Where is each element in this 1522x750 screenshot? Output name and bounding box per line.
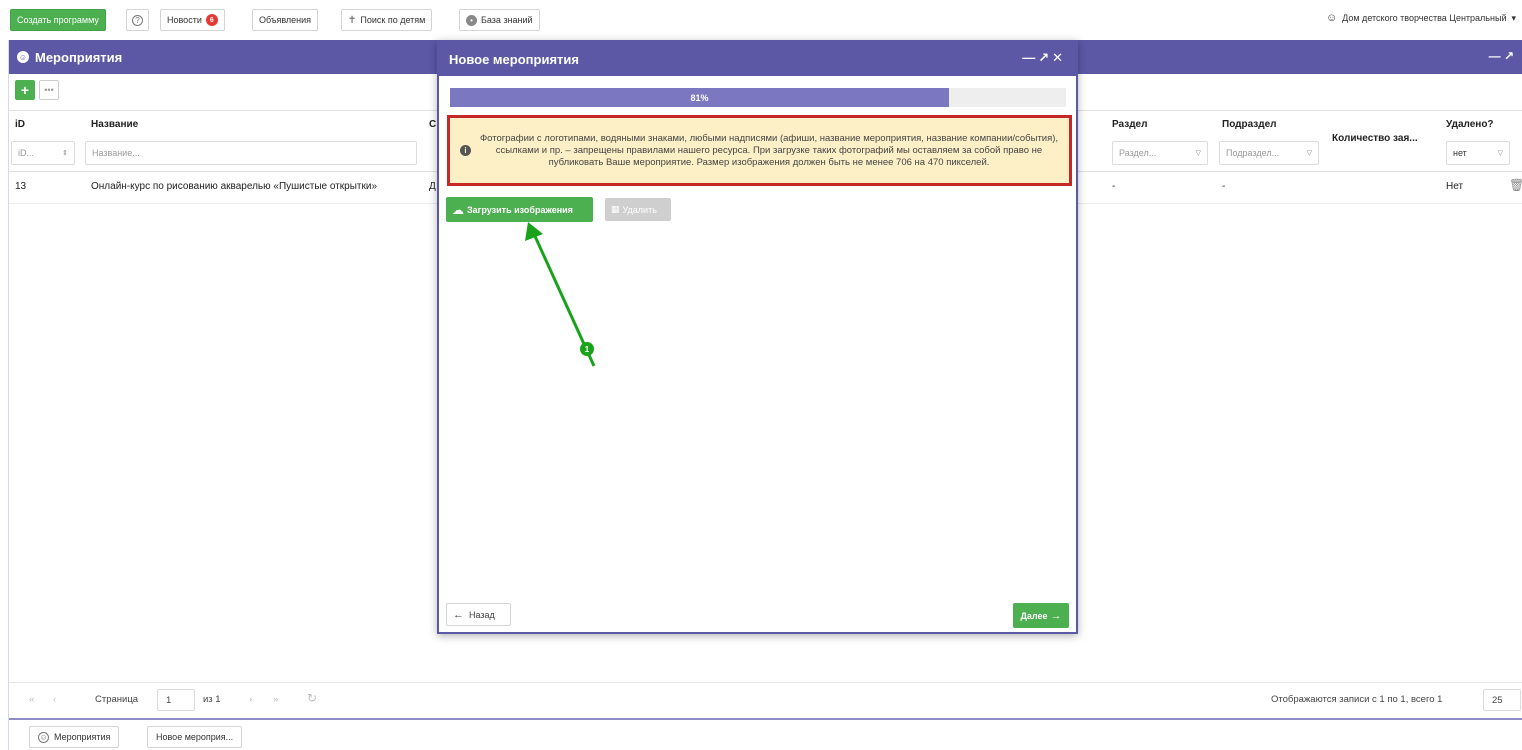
column-subsection[interactable]: Подраздел bbox=[1222, 119, 1277, 130]
back-label: Назад bbox=[469, 609, 495, 620]
upload-images-label: Загрузить изображения bbox=[467, 204, 573, 215]
task-events-label: Мероприятия bbox=[54, 732, 111, 742]
subsection-filter[interactable]: Подраздел... ▽ bbox=[1219, 141, 1319, 165]
delete-label: Удалить bbox=[622, 204, 657, 215]
delete-button[interactable]: ▦ Удалить bbox=[605, 198, 671, 221]
column-deleted[interactable]: Удалено? bbox=[1446, 119, 1494, 130]
create-program-button[interactable]: Создать программу bbox=[10, 9, 106, 31]
trash-icon[interactable]: 🗑 bbox=[1509, 178, 1522, 192]
modal-window-controls[interactable]: —↗✕ bbox=[1022, 50, 1066, 66]
knowledge-base-icon: • bbox=[466, 14, 477, 26]
page-label: Страница bbox=[95, 694, 139, 705]
trash-icon: ▦ bbox=[611, 204, 620, 214]
last-page-icon[interactable]: » bbox=[273, 694, 278, 705]
events-icon: ☺ bbox=[38, 731, 49, 743]
id-filter[interactable]: iD... ⇕ bbox=[11, 141, 75, 165]
news-count-badge: 6 bbox=[205, 14, 218, 26]
child-icon: ✝ bbox=[348, 14, 357, 26]
panel-window-controls[interactable]: — ↗ bbox=[1489, 49, 1514, 63]
image-warning-alert: i Фотографии с логотипами, водяными знак… bbox=[447, 115, 1072, 186]
pagination-bar: « ‹ Страница 1 из 1 › » ↻ Отображаются з… bbox=[9, 682, 1522, 714]
task-new-event[interactable]: Новое мероприя... bbox=[147, 726, 243, 748]
progress-fill: 81% bbox=[450, 88, 949, 107]
user-icon: ☺ bbox=[1325, 12, 1338, 24]
column-id[interactable]: iD bbox=[15, 119, 25, 130]
create-program-label: Создать программу bbox=[17, 15, 99, 25]
refresh-icon[interactable]: ↻ bbox=[307, 691, 317, 705]
arrow-right-icon: → bbox=[1050, 609, 1062, 622]
section-filter[interactable]: Раздел... ▽ bbox=[1112, 141, 1208, 165]
column-partial[interactable]: С bbox=[429, 119, 436, 130]
page-input[interactable]: 1 bbox=[157, 689, 195, 711]
news-button[interactable]: Новости 6 bbox=[160, 9, 225, 31]
back-button[interactable]: ← Назад bbox=[446, 603, 511, 626]
next-button[interactable]: Далее → bbox=[1013, 603, 1069, 628]
chevron-down-icon: ▽ bbox=[1497, 150, 1503, 157]
task-new-event-label: Новое мероприя... bbox=[156, 732, 234, 742]
chevron-down-icon: ▽ bbox=[1306, 150, 1312, 157]
announcements-label: Объявления bbox=[259, 15, 312, 25]
cloud-upload-icon: ☁ bbox=[452, 202, 464, 217]
chevron-down-icon: ▾ bbox=[1511, 12, 1516, 23]
first-page-icon[interactable]: « bbox=[29, 694, 34, 705]
knowledge-base-button[interactable]: • База знаний bbox=[459, 9, 540, 31]
id-filter-placeholder: iD... bbox=[18, 148, 35, 158]
name-filter[interactable]: Название... bbox=[85, 141, 417, 165]
announcements-button[interactable]: Объявления bbox=[252, 9, 319, 31]
grid-toolbar: + ••• bbox=[15, 80, 59, 100]
progress-bar: 81% bbox=[450, 88, 1066, 107]
page-size-select[interactable]: 25 bbox=[1483, 689, 1521, 711]
page-count: из 1 bbox=[203, 694, 221, 705]
page-size-value: 25 bbox=[1492, 694, 1503, 706]
help-button[interactable]: ? bbox=[126, 9, 149, 31]
row-deleted: Нет bbox=[1446, 181, 1464, 192]
info-icon: i bbox=[460, 145, 471, 156]
events-panel-title: Мероприятия bbox=[35, 49, 123, 65]
task-events[interactable]: ☺ Мероприятия bbox=[29, 726, 120, 748]
more-button[interactable]: ••• bbox=[39, 80, 59, 100]
next-page-icon[interactable]: › bbox=[249, 694, 252, 705]
organization-selector[interactable]: ☺ Дом детского творчества Центральный ▾ bbox=[1326, 12, 1516, 24]
add-button[interactable]: + bbox=[15, 80, 35, 100]
deleted-filter-value: нет bbox=[1453, 148, 1467, 158]
child-search-label: Поиск по детям bbox=[360, 15, 426, 25]
chevron-down-icon: ▽ bbox=[1195, 150, 1201, 157]
spinner-icon[interactable]: ⇕ bbox=[62, 149, 68, 157]
column-name[interactable]: Название bbox=[91, 119, 138, 130]
arrow-left-icon: ← bbox=[453, 608, 464, 621]
row-id: 13 bbox=[15, 181, 27, 192]
upload-images-button[interactable]: ☁ Загрузить изображения bbox=[446, 197, 593, 222]
row-name: Онлайн-курс по рисованию акварелью «Пуши… bbox=[91, 181, 378, 192]
column-applications[interactable]: Количество зая... bbox=[1332, 133, 1418, 144]
modal-title: Новое мероприятия bbox=[449, 51, 579, 67]
prev-page-icon[interactable]: ‹ bbox=[53, 694, 56, 705]
name-filter-placeholder: Название... bbox=[92, 148, 140, 158]
window-taskbar: ☺ Мероприятия Новое мероприя... bbox=[9, 718, 1522, 750]
row-partial: Д bbox=[429, 181, 436, 192]
section-filter-placeholder: Раздел... bbox=[1119, 148, 1157, 158]
progress-text: 81% bbox=[690, 92, 709, 103]
knowledge-base-label: База знаний bbox=[481, 15, 533, 25]
warning-text: Фотографии с логотипами, водяными знакам… bbox=[479, 132, 1059, 168]
events-icon: ☺ bbox=[17, 51, 29, 63]
subsection-filter-placeholder: Подраздел... bbox=[1226, 148, 1280, 158]
question-icon: ? bbox=[132, 14, 143, 26]
row-subsection: - bbox=[1222, 181, 1226, 192]
child-search-button[interactable]: ✝ Поиск по детям bbox=[341, 9, 433, 31]
row-section: - bbox=[1112, 181, 1116, 192]
top-toolbar: Создать программу ? Новости 6 Объявления… bbox=[0, 0, 1522, 36]
organization-name: Дом детского творчества Центральный bbox=[1342, 13, 1507, 23]
page-input-value: 1 bbox=[166, 694, 172, 706]
records-summary: Отображаются записи с 1 по 1, всего 1 bbox=[1271, 694, 1443, 705]
modal-header: Новое мероприятия —↗✕ bbox=[439, 42, 1076, 76]
new-event-modal: Новое мероприятия —↗✕ 81% i Фотографии с… bbox=[437, 40, 1078, 634]
column-section[interactable]: Раздел bbox=[1112, 119, 1147, 130]
news-label: Новости bbox=[167, 15, 202, 25]
deleted-filter[interactable]: нет ▽ bbox=[1446, 141, 1510, 165]
next-label: Далее bbox=[1020, 610, 1048, 621]
